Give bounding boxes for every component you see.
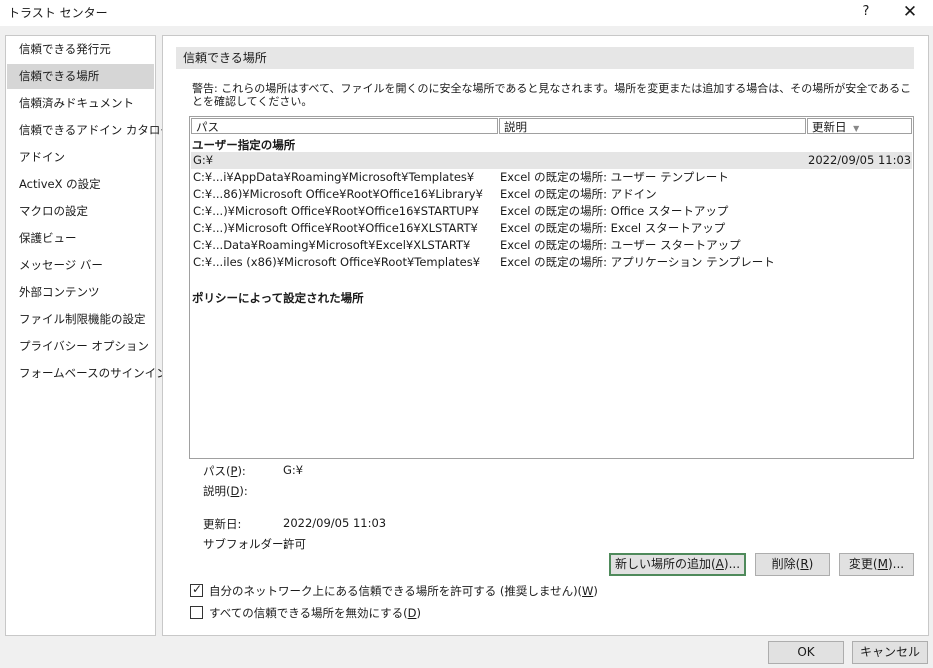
cell-description: Excel の既定の場所: ユーザー テンプレート (500, 170, 729, 184)
group-policy-locations: ポリシーによって設定された場所 (192, 291, 364, 305)
disable-all-label[interactable]: すべての信頼できる場所を無効にする(D) (209, 605, 421, 621)
cell-path: C:¥...)¥Microsoft Office¥Root¥Office16¥S… (193, 204, 479, 218)
nav-item-trusted-documents[interactable]: 信頼済みドキュメント (7, 91, 154, 116)
ok-button[interactable]: OK (768, 641, 844, 664)
cell-description: Excel の既定の場所: ユーザー スタートアップ (500, 238, 741, 252)
locations-list[interactable]: パス 説明 更新日 ▼ ユーザー指定の場所 G:¥ 2022/09/05 11:… (189, 116, 914, 459)
column-header-description[interactable]: 説明 (499, 118, 806, 134)
detail-date-value: 2022/09/05 11:03 (283, 516, 387, 530)
nav-item-trusted-addin-catalogs[interactable]: 信頼できるアドイン カタログ (7, 118, 172, 143)
detail-path-label: パス(P): (203, 464, 246, 478)
cell-description: Excel の既定の場所: アプリケーション テンプレート (500, 255, 775, 269)
cell-description: Excel の既定の場所: アドイン (500, 187, 657, 201)
nav-item-form-signin[interactable]: フォームベースのサインイン (7, 361, 168, 386)
table-row[interactable]: C:¥...)¥Microsoft Office¥Root¥Office16¥S… (191, 203, 912, 220)
cancel-button[interactable]: キャンセル (852, 641, 928, 664)
column-header-path[interactable]: パス (191, 118, 498, 134)
cell-path: C:¥...Data¥Roaming¥Microsoft¥Excel¥XLSTA… (193, 238, 471, 252)
cell-path: C:¥...iles (x86)¥Microsoft Office¥Root¥T… (193, 255, 481, 269)
checkmark-icon: ✓ (192, 582, 203, 596)
add-location-button[interactable]: 新しい場所の追加(A)... (609, 553, 746, 576)
detail-path-value: G:¥ (283, 463, 304, 477)
help-button[interactable]: ? (856, 2, 876, 22)
title-bar (0, 0, 933, 26)
table-row[interactable]: C:¥...Data¥Roaming¥Microsoft¥Excel¥XLSTA… (191, 237, 912, 254)
window-title: トラスト センター (8, 6, 108, 20)
sort-down-icon: ▼ (853, 124, 860, 133)
cell-path: G:¥ (193, 153, 214, 167)
nav-item-privacy[interactable]: プライバシー オプション (7, 334, 154, 359)
nav-item-activex[interactable]: ActiveX の設定 (7, 172, 154, 197)
category-nav: 信頼できる発行元 信頼できる場所 信頼済みドキュメント 信頼できるアドイン カタ… (5, 35, 172, 636)
nav-item-external-content[interactable]: 外部コンテンツ (7, 280, 154, 305)
cell-description: Excel の既定の場所: Excel スタートアップ (500, 221, 726, 235)
cell-date: 2022/09/05 11:03 (808, 153, 911, 167)
cell-path: C:¥...i¥AppData¥Roaming¥Microsoft¥Templa… (193, 170, 475, 184)
table-row[interactable]: C:¥...)¥Microsoft Office¥Root¥Office16¥X… (191, 220, 912, 237)
nav-item-addins[interactable]: アドイン (7, 145, 154, 170)
modify-button[interactable]: 変更(M)... (839, 553, 914, 576)
column-header-date[interactable]: 更新日 ▼ (807, 118, 912, 134)
detail-date-label: 更新日: (203, 517, 242, 531)
table-row[interactable]: G:¥ 2022/09/05 11:03 (191, 152, 912, 169)
nav-item-macro[interactable]: マクロの設定 (7, 199, 154, 224)
detail-subfolder-label: サブフォルダー: (203, 537, 288, 551)
warning-text: 警告: これらの場所はすべて、ファイルを開くのに安全な場所であると見なされます。… (192, 82, 912, 108)
detail-description-label: 説明(D): (203, 484, 248, 498)
cell-path: C:¥...)¥Microsoft Office¥Root¥Office16¥X… (193, 221, 478, 235)
group-user-locations: ユーザー指定の場所 (192, 138, 296, 152)
allow-network-label[interactable]: 自分のネットワーク上にある信頼できる場所を許可する (推奨しません)(W) (209, 583, 598, 599)
nav-item-protected-view[interactable]: 保護ビュー (7, 226, 154, 251)
cell-path: C:¥...86)¥Microsoft Office¥Root¥Office16… (193, 187, 483, 201)
nav-item-trusted-publishers[interactable]: 信頼できる発行元 (7, 37, 154, 62)
table-row[interactable]: C:¥...i¥AppData¥Roaming¥Microsoft¥Templa… (191, 169, 912, 186)
table-row[interactable]: C:¥...iles (x86)¥Microsoft Office¥Root¥T… (191, 254, 912, 271)
disable-all-checkbox[interactable] (190, 606, 203, 619)
nav-item-message-bar[interactable]: メッセージ バー (7, 253, 154, 278)
table-row[interactable]: C:¥...86)¥Microsoft Office¥Root¥Office16… (191, 186, 912, 203)
section-title: 信頼できる場所 (176, 47, 914, 69)
remove-button[interactable]: 削除(R) (755, 553, 830, 576)
detail-subfolder-value: 許可 (283, 537, 306, 551)
nav-item-trusted-locations[interactable]: 信頼できる場所 (7, 64, 154, 89)
cell-description: Excel の既定の場所: Office スタートアップ (500, 204, 729, 218)
allow-network-checkbox[interactable]: ✓ (190, 582, 203, 597)
nav-item-file-block[interactable]: ファイル制限機能の設定 (7, 307, 154, 332)
column-header-date-label: 更新日 (812, 120, 847, 134)
close-icon[interactable]: ✕ (898, 2, 922, 22)
